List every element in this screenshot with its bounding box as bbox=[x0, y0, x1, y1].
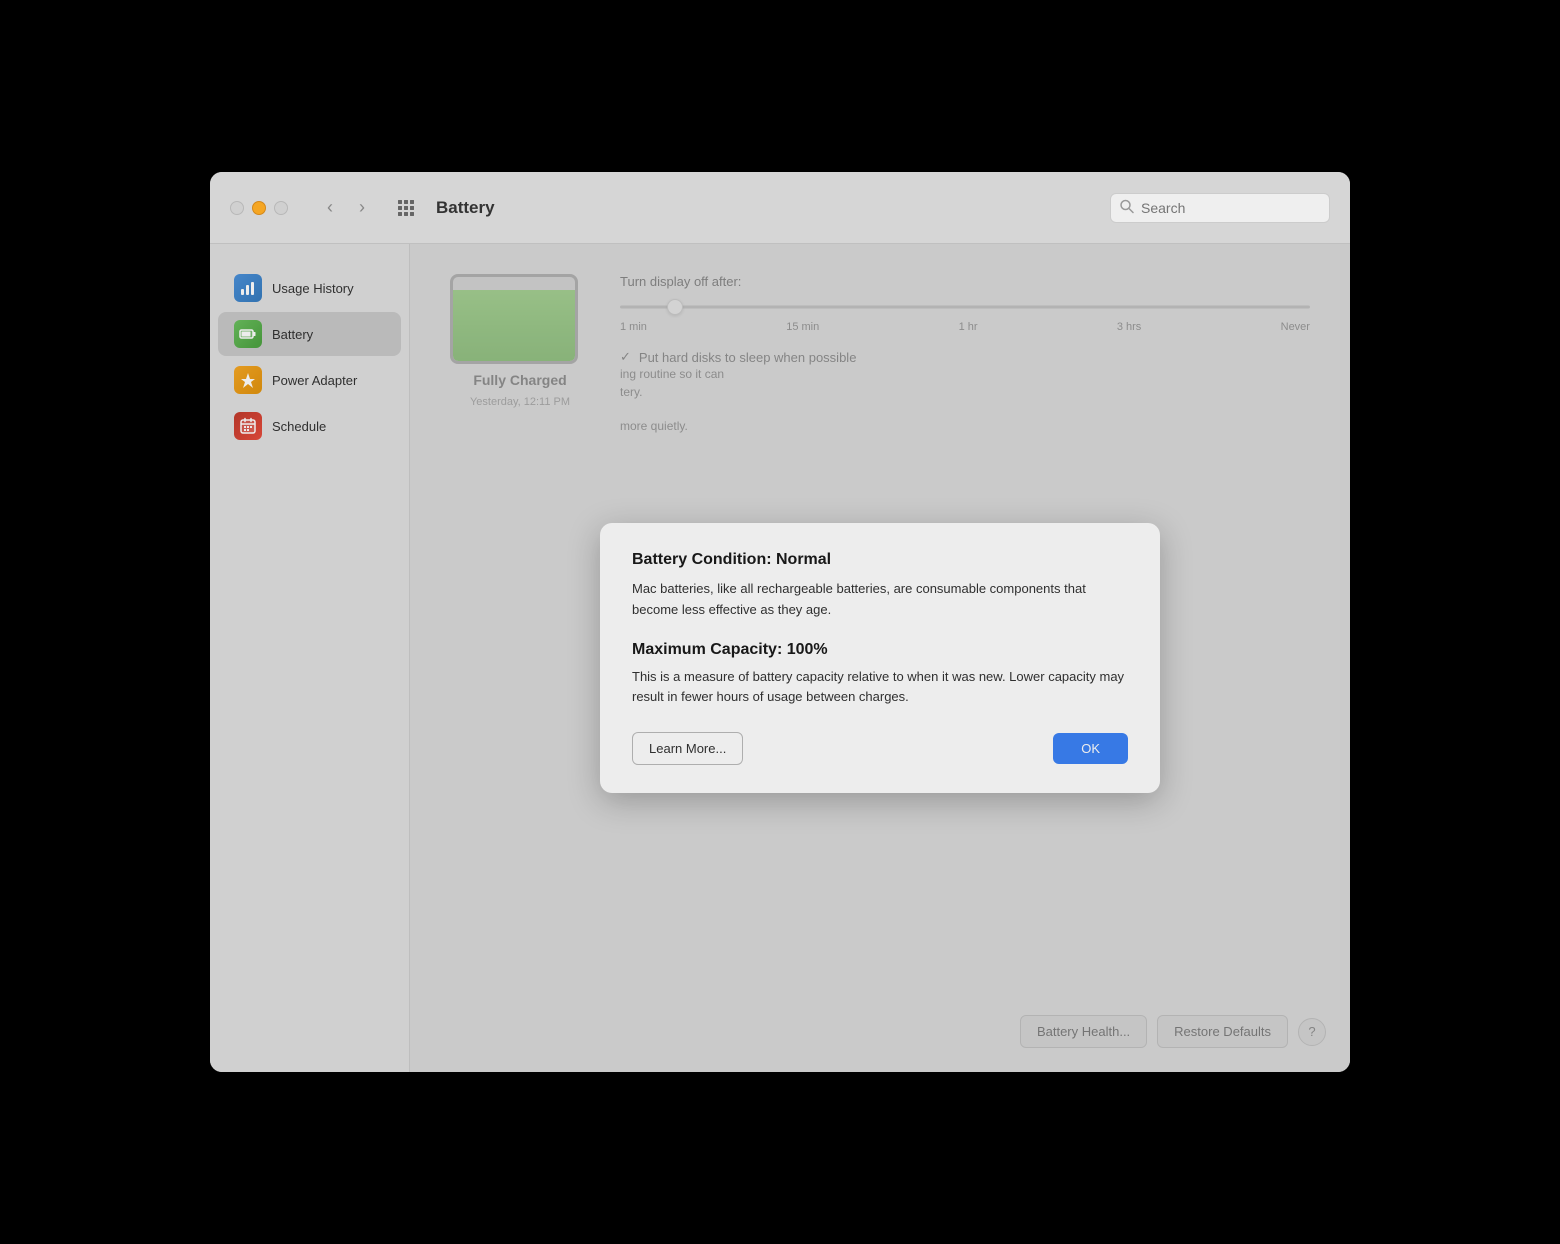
sidebar-item-schedule[interactable]: Schedule bbox=[218, 404, 401, 448]
modal-section-title: Maximum Capacity: 100% bbox=[632, 641, 1128, 659]
minimize-button[interactable] bbox=[252, 201, 266, 215]
learn-more-button[interactable]: Learn More... bbox=[632, 732, 743, 765]
titlebar: ‹ › Battery bbox=[210, 172, 1350, 244]
nav-arrows: ‹ › bbox=[316, 194, 376, 222]
content-area: Usage History Battery bbox=[210, 244, 1350, 1072]
usage-history-icon bbox=[234, 274, 262, 302]
search-icon bbox=[1120, 199, 1134, 216]
sidebar: Usage History Battery bbox=[210, 244, 410, 1072]
power-adapter-label: Power Adapter bbox=[272, 373, 357, 388]
main-panel: Fully Charged Yesterday, 12:11 PM Turn d… bbox=[410, 244, 1350, 1072]
search-wrapper bbox=[1110, 193, 1330, 223]
modal-buttons: Learn More... OK bbox=[632, 732, 1128, 765]
modal-overlay: Battery Condition: Normal Mac batteries,… bbox=[410, 244, 1350, 1072]
schedule-icon bbox=[234, 412, 262, 440]
usage-history-label: Usage History bbox=[272, 281, 354, 296]
modal-body1: Mac batteries, like all rechargeable bat… bbox=[632, 579, 1128, 621]
close-button[interactable] bbox=[230, 201, 244, 215]
forward-button[interactable]: › bbox=[348, 194, 376, 222]
sidebar-item-battery[interactable]: Battery bbox=[218, 312, 401, 356]
schedule-label: Schedule bbox=[272, 419, 326, 434]
battery-icon bbox=[234, 320, 262, 348]
sidebar-item-usage-history[interactable]: Usage History bbox=[218, 266, 401, 310]
traffic-lights bbox=[230, 201, 288, 215]
sidebar-item-power-adapter[interactable]: Power Adapter bbox=[218, 358, 401, 402]
battery-condition-modal: Battery Condition: Normal Mac batteries,… bbox=[600, 523, 1160, 793]
main-window: ‹ › Battery bbox=[210, 172, 1350, 1072]
modal-title: Battery Condition: Normal bbox=[632, 551, 1128, 569]
battery-label: Battery bbox=[272, 327, 313, 342]
maximize-button[interactable] bbox=[274, 201, 288, 215]
ok-button[interactable]: OK bbox=[1053, 733, 1128, 764]
grid-view-icon[interactable] bbox=[392, 194, 420, 222]
window-title: Battery bbox=[436, 198, 1094, 218]
power-adapter-icon bbox=[234, 366, 262, 394]
search-input[interactable] bbox=[1110, 193, 1330, 223]
back-button[interactable]: ‹ bbox=[316, 194, 344, 222]
modal-body2: This is a measure of battery capacity re… bbox=[632, 667, 1128, 709]
